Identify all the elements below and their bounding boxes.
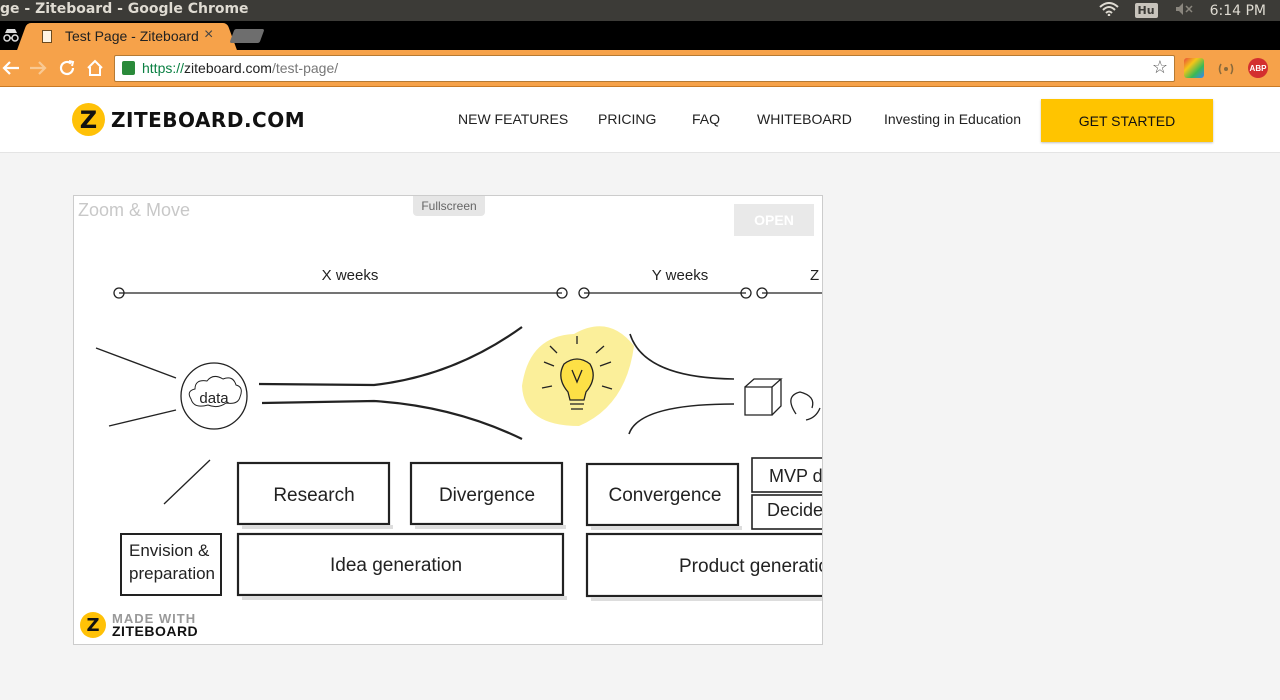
fullscreen-button[interactable]: Fullscreen (413, 196, 485, 216)
page-content: Z ZITEBOARD.COM NEW FEATURES PRICING FAQ… (0, 87, 1280, 700)
timeline-label-y: Y weeks (652, 267, 708, 284)
input-line (95, 347, 177, 379)
data-label: data (199, 390, 229, 407)
idea-generation-label: Idea generation (330, 555, 462, 576)
cube-icon (744, 378, 783, 416)
site-header: Z ZITEBOARD.COM NEW FEATURES PRICING FAQ… (0, 87, 1280, 153)
box-shadow (591, 526, 742, 530)
adblock-icon[interactable]: ABP (1248, 58, 1268, 78)
keyboard-layout-indicator[interactable]: Hu (1134, 3, 1158, 18)
input-line (108, 409, 177, 427)
open-button[interactable]: OPEN (734, 204, 814, 236)
tab-title: Test Page - Ziteboard (65, 28, 199, 44)
timeline-label-x: X weeks (322, 267, 379, 284)
nav-pricing[interactable]: PRICING (598, 111, 656, 127)
back-icon[interactable] (0, 57, 22, 79)
extension-colorful-icon[interactable] (1184, 58, 1204, 78)
site-logo[interactable]: Z ZITEBOARD.COM (72, 103, 305, 136)
bookmark-star-icon[interactable]: ☆ (1152, 57, 1168, 78)
funnel-line (261, 399, 523, 440)
page-icon (42, 30, 52, 43)
timeline-label-z: Z (810, 267, 819, 284)
tab-close-button[interactable]: × (204, 26, 213, 44)
os-top-bar: ge - Ziteboard - Google Chrome Hu 6:14 P… (0, 0, 1280, 21)
converge-line (629, 333, 735, 380)
envision-label-1: Envision & (129, 541, 210, 560)
url-text[interactable]: https://ziteboard.com/test-page/ (142, 60, 338, 76)
divergence-label: Divergence (439, 485, 535, 506)
extension-signal-icon[interactable] (1216, 58, 1236, 78)
new-tab-button[interactable] (229, 29, 265, 43)
tab-test-page[interactable]: Test Page - Ziteboard × (30, 23, 224, 50)
logo-text: ZITEBOARD.COM (111, 107, 306, 132)
home-icon[interactable] (84, 57, 106, 79)
nav-investing-in-education[interactable]: Investing in Education (884, 111, 1021, 127)
box-shadow (242, 525, 393, 529)
box-shadow (242, 596, 567, 600)
converge-line (628, 403, 735, 435)
envision-label-2: preparation (129, 564, 215, 583)
secure-lock-icon[interactable] (122, 61, 135, 75)
mvp-label: MVP de (769, 466, 823, 486)
ziteboard-logo-icon: Z (72, 103, 105, 136)
window-title: ge - Ziteboard - Google Chrome (0, 1, 249, 17)
os-indicators: Hu 6:14 PM (1098, 0, 1280, 21)
reload-icon[interactable] (56, 57, 78, 79)
made-with-ziteboard-badge[interactable]: Z MADE WITH ZITEBOARD (80, 612, 198, 638)
wifi-icon[interactable] (1098, 1, 1119, 20)
nav-new-features[interactable]: NEW FEATURES (458, 111, 568, 127)
convergence-label: Convergence (608, 485, 721, 506)
product-generation-label: Product generatio (679, 556, 823, 577)
tab-strip: Test Page - Ziteboard × (0, 21, 1280, 50)
zoom-move-hint: Zoom & Move (78, 200, 191, 220)
decide-label: Decide (767, 500, 823, 520)
nav-faq[interactable]: FAQ (692, 111, 720, 127)
get-started-button[interactable]: GET STARTED (1041, 99, 1213, 142)
whiteboard-embed[interactable]: X weeks Y weeks Z data Research Divergen… (73, 195, 823, 645)
nav-whiteboard[interactable]: WHITEBOARD (757, 111, 852, 127)
address-bar[interactable]: https://ziteboard.com/test-page/ ☆ (114, 55, 1175, 82)
incognito-icon (2, 26, 20, 44)
diagonal-line (163, 459, 211, 505)
volume-muted-icon[interactable] (1174, 2, 1194, 20)
ziteboard-badge-icon: Z (80, 612, 106, 638)
clock[interactable]: 6:14 PM (1210, 3, 1266, 19)
box-shadow (415, 525, 566, 529)
browser-toolbar: https://ziteboard.com/test-page/ ☆ ABP (0, 50, 1280, 87)
whiteboard-drawing: X weeks Y weeks Z data Research Divergen… (95, 267, 823, 601)
funnel-line (258, 326, 523, 387)
cycle-arrow-icon (790, 391, 821, 421)
forward-icon[interactable] (27, 57, 49, 79)
ziteboard-text: ZITEBOARD (112, 623, 199, 639)
research-label: Research (273, 485, 354, 506)
box-shadow (591, 597, 822, 601)
